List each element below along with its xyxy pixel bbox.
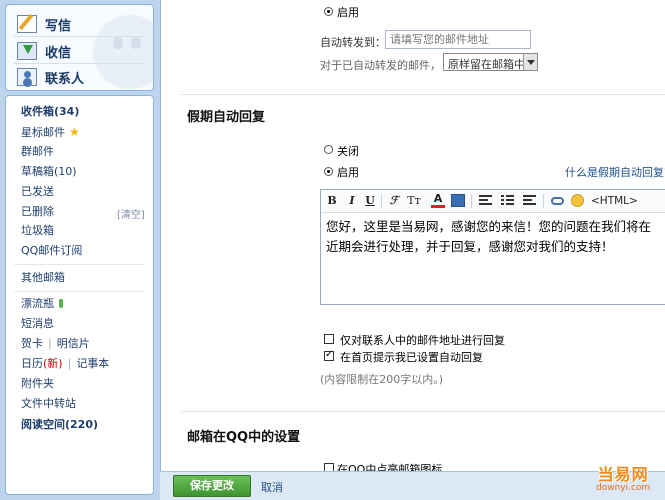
receive-label: 收信 bbox=[45, 45, 72, 61]
sidebar-item-drafts[interactable]: 草稿箱(10) bbox=[21, 164, 77, 180]
sidebar-item-postcards[interactable]: 明信片 bbox=[57, 337, 90, 350]
separator: | bbox=[48, 337, 52, 350]
sidebar-item-group-mail[interactable]: 群邮件 bbox=[21, 144, 54, 160]
calendar-label: 日历 bbox=[21, 357, 43, 370]
forward-enable-label: 启用 bbox=[337, 6, 359, 19]
site-watermark-logo: 当易网 downyi.com bbox=[596, 461, 650, 493]
sidebar-item-calendar[interactable]: 日历(新) bbox=[21, 357, 63, 370]
contacts-only-label: 仅对联系人中的邮件地址进行回复 bbox=[340, 334, 505, 347]
auto-reply-title: 假期自动回复 bbox=[187, 110, 266, 125]
reading-label: 阅读空间 bbox=[21, 418, 65, 431]
separator: | bbox=[67, 357, 72, 370]
contacts-icon bbox=[17, 68, 37, 86]
auto-reply-off-label: 关闭 bbox=[337, 145, 359, 158]
italic-button[interactable]: I bbox=[345, 193, 359, 209]
font-family-button[interactable]: ℱ bbox=[387, 193, 401, 209]
pencil-write-icon bbox=[17, 15, 37, 33]
inbox-count: (34) bbox=[54, 105, 80, 118]
auto-reply-on-radio[interactable] bbox=[324, 167, 333, 176]
action-bar: 保存更改 取消 bbox=[160, 471, 665, 500]
auto-reply-off-radio[interactable] bbox=[324, 145, 333, 154]
clear-trash-link[interactable]: [清空] bbox=[117, 206, 145, 221]
background-color-button[interactable] bbox=[451, 194, 465, 207]
align-button[interactable] bbox=[479, 195, 492, 206]
sidebar-item-notes[interactable]: 记事本 bbox=[76, 357, 109, 370]
divider bbox=[14, 63, 145, 64]
star-icon: ★ bbox=[69, 125, 80, 139]
sidebar-item-calendar-row: 日历(新) | 记事本 bbox=[21, 356, 109, 372]
sidebar-item-reading-space[interactable]: 阅读空间(220) bbox=[21, 417, 98, 433]
auto-reply-editor[interactable]: B I U ℱ Tт A <HTML> 您好，这里是当易网，感谢您的来信！您的问… bbox=[320, 189, 665, 305]
contacts-only-checkbox[interactable] bbox=[324, 334, 334, 344]
compose-button[interactable]: 写信 bbox=[17, 13, 71, 35]
reading-count: (220) bbox=[65, 418, 99, 431]
emoticon-icon[interactable] bbox=[571, 194, 584, 207]
forward-address-input[interactable] bbox=[385, 30, 531, 49]
sidebar-item-file-transfer[interactable]: 文件中转站 bbox=[21, 396, 76, 412]
sidebar-item-deleted[interactable]: 已删除 bbox=[21, 204, 54, 220]
forward-address-label: 自动转发到： bbox=[320, 36, 386, 49]
qq-penguin-watermark-icon bbox=[93, 15, 153, 89]
forward-keep-label: 对于已自动转发的邮件， bbox=[320, 59, 441, 72]
drafts-label: 草稿箱 bbox=[21, 165, 54, 178]
inbox-label: 收件箱 bbox=[21, 105, 54, 118]
toolbar-separator bbox=[381, 194, 382, 208]
font-size-button[interactable]: Tт bbox=[407, 193, 421, 209]
folder-list-panel: 收件箱(34) 星标邮件 ★ 群邮件 草稿箱(10) 已发送 已删除 [清空] 垃… bbox=[5, 95, 154, 495]
inbox-download-icon bbox=[17, 42, 37, 60]
divider bbox=[14, 291, 145, 292]
toolbar-separator bbox=[543, 194, 544, 208]
auto-reply-message[interactable]: 您好，这里是当易网，感谢您的来信！您的问题在我们将在近期会进行处理，并于回复，感… bbox=[326, 217, 661, 257]
html-mode-button[interactable]: <HTML> bbox=[591, 193, 638, 209]
show-notice-checkbox[interactable] bbox=[324, 348, 334, 362]
forward-keep-select[interactable]: 原样留在邮箱中 bbox=[443, 53, 538, 71]
bottle-icon bbox=[59, 299, 63, 308]
sidebar-item-inbox[interactable]: 收件箱(34) bbox=[21, 104, 79, 120]
sidebar-item-spam[interactable]: 垃圾箱 bbox=[21, 223, 54, 239]
sidebar-item-sms[interactable]: 短消息 bbox=[21, 316, 54, 332]
font-color-button[interactable]: A bbox=[431, 193, 445, 208]
sidebar-item-cards-row: 贺卡 | 明信片 bbox=[21, 336, 90, 352]
indent-button[interactable] bbox=[523, 195, 536, 206]
sidebar-item-subscriptions[interactable]: QQ邮件订阅 bbox=[21, 243, 82, 259]
chevron-down-icon bbox=[523, 54, 537, 70]
settings-main-panel: 启用 自动转发到： 对于已自动转发的邮件， 原样留在邮箱中 假期自动回复 关闭 … bbox=[160, 0, 665, 500]
auto-reply-help-link[interactable]: 什么是假期自动回复? bbox=[565, 164, 665, 180]
forward-enable-radio[interactable] bbox=[324, 7, 333, 16]
cancel-link[interactable]: 取消 bbox=[261, 479, 283, 495]
underline-button[interactable]: U bbox=[363, 193, 377, 209]
compose-label: 写信 bbox=[45, 18, 72, 34]
sidebar-item-attachments[interactable]: 附件夹 bbox=[21, 376, 54, 392]
limit-note: (内容限制在200字以内。) bbox=[320, 373, 444, 386]
contacts-button[interactable]: 联系人 bbox=[17, 66, 84, 88]
sidebar-item-other-mailboxes[interactable]: 其他邮箱 bbox=[21, 270, 65, 286]
bullet-list-button[interactable] bbox=[501, 195, 514, 206]
quick-actions-panel: 写信 收信 联系人 bbox=[5, 4, 154, 91]
editor-toolbar: B I U ℱ Tт A <HTML> bbox=[321, 190, 665, 213]
bold-button[interactable]: B bbox=[325, 193, 339, 209]
auto-reply-on-label: 启用 bbox=[337, 166, 359, 179]
toolbar-separator bbox=[471, 194, 472, 208]
watermark-en: downyi.com bbox=[596, 483, 651, 493]
receive-mail-button[interactable]: 收信 bbox=[17, 40, 71, 62]
save-button[interactable]: 保存更改 bbox=[173, 475, 251, 497]
watermark-cn: 当易网 bbox=[597, 465, 649, 484]
sidebar-item-sent[interactable]: 已发送 bbox=[21, 184, 54, 200]
starred-label: 星标邮件 bbox=[21, 126, 65, 139]
divider bbox=[14, 264, 145, 265]
link-icon[interactable] bbox=[551, 197, 564, 205]
sidebar-item-greeting-cards[interactable]: 贺卡 bbox=[21, 337, 43, 350]
contacts-label: 联系人 bbox=[45, 71, 85, 87]
divider bbox=[181, 94, 665, 95]
calendar-new-badge: (新) bbox=[43, 357, 63, 370]
forward-keep-selected: 原样留在邮箱中 bbox=[448, 58, 525, 71]
divider bbox=[14, 36, 145, 37]
drafts-count: (10) bbox=[54, 165, 77, 178]
sidebar-item-drift-bottle[interactable]: 漂流瓶 bbox=[21, 296, 63, 312]
qq-settings-title: 邮箱在QQ中的设置 bbox=[187, 430, 301, 445]
drift-bottle-label: 漂流瓶 bbox=[21, 297, 54, 310]
divider bbox=[181, 411, 665, 412]
sidebar-item-starred[interactable]: 星标邮件 ★ bbox=[21, 124, 80, 140]
show-notice-label: 在首页提示我已设置自动回复 bbox=[340, 351, 483, 364]
